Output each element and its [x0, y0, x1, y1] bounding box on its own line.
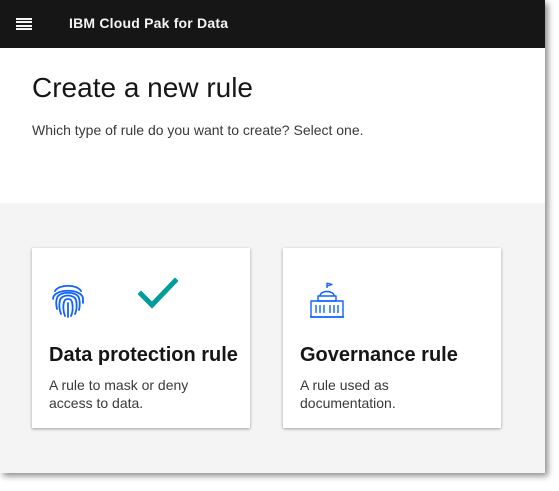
hamburger-menu-icon[interactable]	[0, 0, 48, 48]
data-protection-rule-tile[interactable]: Data protection rule A rule to mask or d…	[32, 248, 250, 428]
page-title: Create a new rule	[32, 72, 254, 103]
checkmark-icon	[138, 277, 178, 311]
tile-title: Governance rule	[300, 344, 458, 366]
governance-rule-tile[interactable]: Governance rule A rule used as documenta…	[283, 248, 501, 428]
tile-title: Data protection rule	[49, 344, 238, 366]
fingerprint-icon	[50, 279, 86, 319]
top-header: IBM Cloud Pak for Data	[0, 0, 545, 48]
product-name[interactable]: IBM Cloud Pak for Data	[69, 15, 228, 31]
tile-description: A rule to mask or deny access to data.	[49, 377, 189, 411]
government-building-icon	[309, 282, 345, 320]
page-header: Create a new rule Which type of rule do …	[0, 48, 545, 203]
page-subtitle: Which type of rule do you want to create…	[32, 122, 364, 138]
app-window: IBM Cloud Pak for Data Create a new rule…	[0, 0, 545, 473]
tile-description: A rule used as documentation.	[300, 377, 396, 411]
